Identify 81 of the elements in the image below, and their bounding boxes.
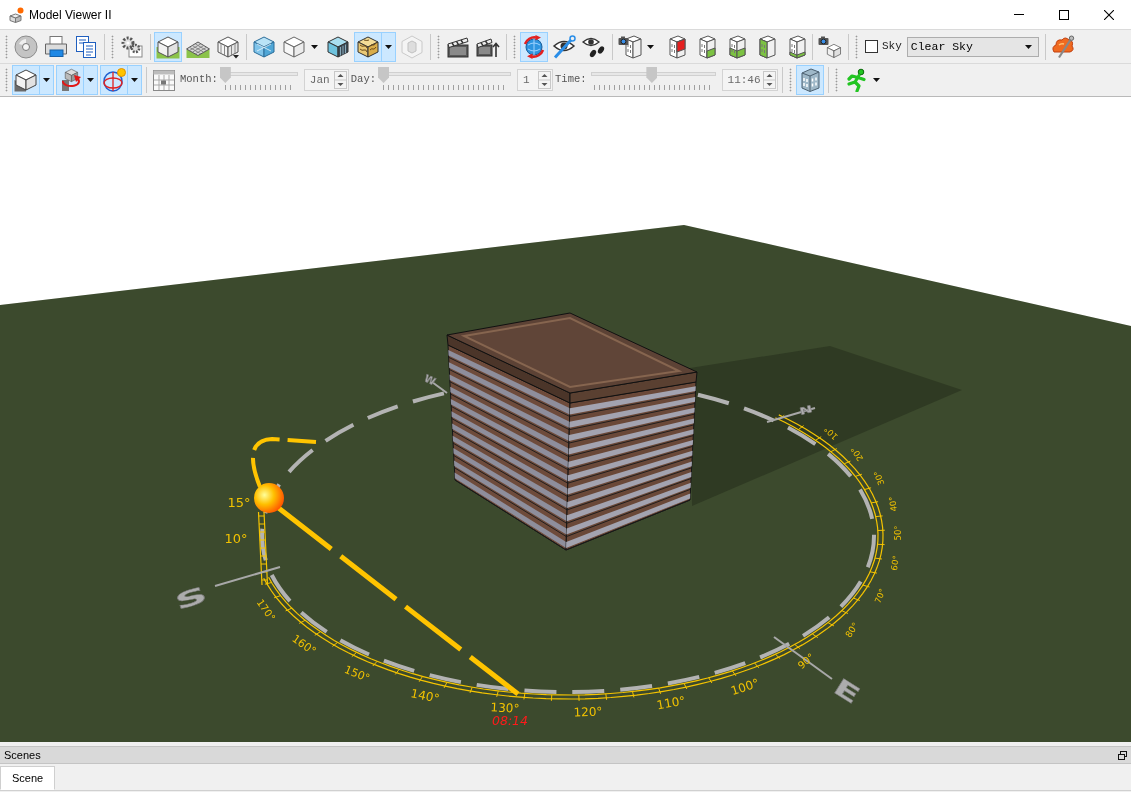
compass-label: W <box>422 372 438 388</box>
clapperboard-icon <box>446 34 470 59</box>
azimuth-label: 60° <box>888 554 902 572</box>
sky-dropdown[interactable]: Clear Sky <box>906 36 1039 57</box>
compass-axis-line <box>214 566 281 587</box>
toolbar-button[interactable] <box>354 31 396 62</box>
close-icon <box>1103 9 1114 20</box>
azimuth-label: 30° <box>871 469 887 487</box>
caret-icon <box>131 78 138 82</box>
caret-icon <box>647 44 654 49</box>
window-title: Model Viewer II <box>29 6 112 24</box>
azimuth-label: 70° <box>872 587 888 605</box>
shaded-cube-icon <box>326 34 350 59</box>
compass-axis-line <box>766 407 816 423</box>
calendar-icon <box>152 68 176 92</box>
compass-label: N <box>798 402 814 418</box>
camera-building-icon <box>618 34 642 59</box>
cube-icon <box>156 34 180 59</box>
compass-axis-line <box>773 636 833 680</box>
cloud-icon <box>1050 34 1075 59</box>
compass-label: S <box>171 581 211 615</box>
documents-icon <box>74 34 98 59</box>
globe-sun-icon <box>102 68 126 92</box>
azimuth-label: 90° <box>795 651 817 671</box>
cube-shadow-icon <box>14 68 38 92</box>
caret-icon <box>43 78 50 82</box>
gears-icon <box>120 34 144 59</box>
caret-icon <box>385 44 392 49</box>
compass-label: E <box>829 672 865 710</box>
spin-arrows-icon <box>762 71 776 89</box>
azimuth-label: 10° <box>822 424 840 442</box>
printer-icon <box>44 34 68 59</box>
globe-arrows-icon <box>522 34 546 59</box>
toolbar-button[interactable] <box>12 65 54 95</box>
maximize-icon <box>1058 9 1069 20</box>
time-spinbox[interactable]: 11:46 <box>721 69 778 91</box>
caret-icon <box>872 78 880 82</box>
azimuth-label: 40° <box>887 495 899 513</box>
azimuth-label: 140° <box>409 686 441 706</box>
panel-title: Scenes <box>4 747 41 763</box>
sun-sphere <box>254 483 284 513</box>
azimuth-label: 20° <box>848 444 866 464</box>
spin-arrows-icon <box>333 71 347 89</box>
time-label: Time: <box>555 72 587 88</box>
azimuth-label: 120° <box>573 704 603 720</box>
hexagon-icon <box>400 34 424 59</box>
caret-icon <box>311 44 318 49</box>
month-label: Month: <box>180 72 218 88</box>
azimuth-label: 160° <box>289 632 319 658</box>
day-slider[interactable] <box>378 67 514 93</box>
month-spinbox[interactable]: Jan <box>303 69 349 91</box>
month-slider[interactable] <box>219 67 300 93</box>
altitude-label: 10° <box>224 530 248 546</box>
slider-thumb[interactable] <box>646 67 658 83</box>
cube-outline-icon <box>282 34 306 59</box>
azimuth-label: 110° <box>655 693 687 713</box>
caret-icon <box>1024 44 1032 49</box>
azimuth-label: 50° <box>893 525 903 541</box>
restore-icon[interactable] <box>1118 750 1127 760</box>
azimuth-label: 100° <box>729 675 761 699</box>
minimize-icon <box>1013 14 1024 15</box>
azimuth-label: 80° <box>843 620 861 640</box>
scene-tab[interactable]: Scene <box>0 766 56 790</box>
glass-cube-icon <box>252 34 276 59</box>
time-slider[interactable] <box>588 67 718 93</box>
day-label: Day: <box>350 72 377 88</box>
sky-label[interactable]: Sky <box>882 38 902 55</box>
caret-icon <box>87 78 94 82</box>
eye-wrench-icon <box>552 34 576 59</box>
azimuth-label: 150° <box>342 663 372 685</box>
altitude-label: 15° <box>227 494 251 510</box>
camera-cube-icon <box>818 34 842 59</box>
textured-cube-icon <box>356 34 380 59</box>
slider-thumb[interactable] <box>219 67 231 83</box>
disc-icon <box>14 34 38 59</box>
striped-cube-icon <box>216 34 240 59</box>
app-icon <box>8 6 24 23</box>
sky-checkbox[interactable] <box>865 40 878 53</box>
spin-arrows-icon <box>538 71 552 89</box>
slider-thumb[interactable] <box>378 67 390 83</box>
day-spinbox[interactable]: 1 <box>517 69 554 91</box>
